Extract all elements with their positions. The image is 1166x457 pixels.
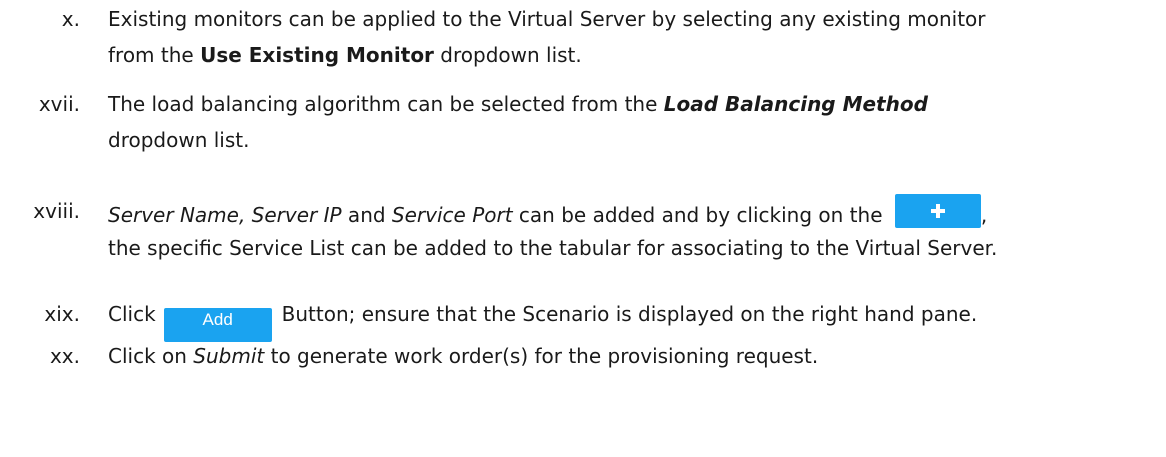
step-text: dropdown list. bbox=[108, 128, 250, 152]
step-xvii-line-1: The load balancing algorithm can be sele… bbox=[108, 87, 928, 121]
ui-term-service-port: Service Port bbox=[391, 203, 513, 227]
step-text: the specific Service List can be added t… bbox=[108, 236, 998, 260]
step-number: xx. bbox=[49, 344, 80, 368]
step-text: , bbox=[980, 203, 988, 227]
ui-term-submit: Submit bbox=[193, 344, 265, 368]
ui-term-use-existing-monitor: Use Existing Monitor bbox=[200, 43, 434, 67]
step-text: can be added and by clicking on the bbox=[512, 203, 889, 227]
step-text: and bbox=[341, 203, 392, 227]
document-page: x. Existing monitors can be applied to t… bbox=[0, 0, 1166, 457]
step-text: from the bbox=[108, 43, 201, 67]
step-number: xvii. bbox=[38, 92, 80, 116]
step-text: The load balancing algorithm can be sele… bbox=[108, 92, 664, 116]
step-number: xviii. bbox=[33, 199, 80, 223]
step-text: Click bbox=[108, 302, 156, 326]
step-text: to generate work order(s) for the provis… bbox=[264, 344, 819, 368]
step-x-line-1: Existing monitors can be applied to the … bbox=[108, 2, 986, 36]
ui-term-server-name-ip: Server Name, Server IP bbox=[108, 203, 342, 227]
add-button[interactable]: Add bbox=[163, 308, 272, 342]
step-xvii-line-2: dropdown list. bbox=[108, 123, 249, 157]
step-number: xix. bbox=[44, 302, 80, 326]
step-text: dropdown list. bbox=[433, 43, 582, 67]
plus-icon bbox=[930, 204, 945, 218]
step-xix-line-1: Click Add Button; ensure that the Scenario… bbox=[108, 297, 977, 342]
step-number: x. bbox=[61, 7, 80, 31]
step-xviii-line-1: Server Name, Server IP and Service Port … bbox=[108, 194, 987, 232]
step-text: Click on bbox=[108, 344, 194, 368]
step-text: Button; ensure that the Scenario is disp… bbox=[281, 302, 978, 326]
ui-term-load-balancing-method: Load Balancing Method bbox=[663, 92, 928, 116]
step-text: Existing monitors can be applied to the … bbox=[108, 7, 986, 31]
step-x-line-2: from the Use Existing Monitor dropdown l… bbox=[108, 38, 582, 72]
step-xviii-line-2: the specific Service List can be added t… bbox=[108, 231, 997, 265]
step-xx-line-1: Click on Submit to generate work order(s… bbox=[108, 339, 818, 373]
add-service-plus-button[interactable] bbox=[894, 194, 981, 228]
